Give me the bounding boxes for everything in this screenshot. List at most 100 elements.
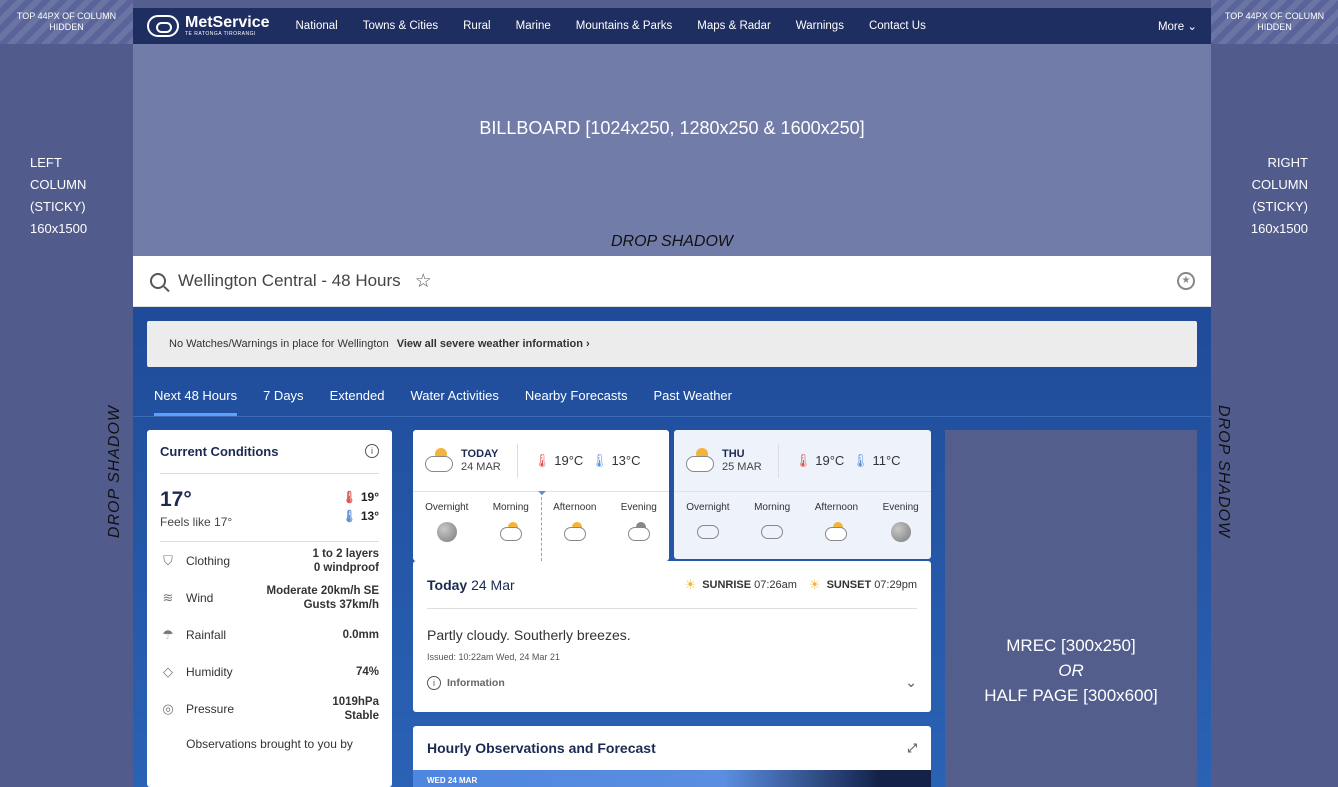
- tab-past-weather[interactable]: Past Weather: [653, 388, 732, 416]
- period-label: Evening: [620, 502, 657, 513]
- day-high: 19°C: [815, 452, 845, 468]
- logo-mark-icon: [147, 15, 179, 37]
- value-line: Stable: [344, 709, 379, 722]
- favourite-star-icon[interactable]: ☆: [415, 270, 432, 293]
- left-column-ad: TOP 44PX OF COLUMN HIDDEN LEFT COLUMN (S…: [0, 0, 133, 787]
- tab-water-activities[interactable]: Water Activities: [411, 388, 499, 416]
- location-title[interactable]: Wellington Central - 48 Hours: [178, 271, 401, 291]
- metservice-logo[interactable]: MetService TE RATONGA TIRORANGI: [147, 13, 270, 38]
- mrec-or: OR: [1058, 661, 1084, 680]
- condition-label: Clothing: [186, 553, 231, 568]
- partly-cloudy-icon: [825, 522, 848, 541]
- brand-name: MetService: [185, 13, 270, 31]
- tab-nearby-forecasts[interactable]: Nearby Forecasts: [525, 388, 628, 416]
- period-label: Afternoon: [553, 502, 597, 513]
- nav-marine[interactable]: Marine: [516, 20, 551, 32]
- forecast-description: Partly cloudy. Southerly breezes.: [427, 627, 631, 643]
- sunset-icon: ☀: [808, 576, 821, 592]
- cloud-icon: [696, 525, 719, 539]
- nav-national[interactable]: National: [296, 20, 338, 32]
- period-morning[interactable]: Morning: [754, 502, 790, 542]
- right-column-label: RIGHT COLUMN (STICKY) 160x1500: [1251, 152, 1308, 240]
- thermometer-low-icon: 🌡: [341, 509, 357, 523]
- condition-row: ≋ Wind Moderate 20km/h SE Gusts 37km/h: [160, 579, 379, 616]
- period-overnight[interactable]: Overnight: [686, 502, 730, 542]
- nav-contact-us[interactable]: Contact Us: [869, 20, 926, 32]
- day-card-thu[interactable]: THU 25 MAR 🌡 19°C 🌡 11°C Overnight Morning Afte…: [674, 430, 931, 559]
- tab-extended[interactable]: Extended: [330, 388, 385, 416]
- brand-subtitle: TE RATONGA TIRORANGI: [185, 30, 256, 37]
- umbrella-icon: ☂: [162, 626, 174, 642]
- period-evening[interactable]: Evening: [883, 502, 919, 542]
- forecast-main: No Watches/Warnings in place for Welling…: [133, 307, 1211, 787]
- period-morning[interactable]: Morning: [493, 502, 529, 542]
- feels-like: Feels like 17°: [160, 515, 233, 529]
- info-icon: i: [427, 675, 441, 690]
- drop-shadow-label-right: DROP SHADOW: [1215, 405, 1232, 539]
- warning-banner: No Watches/Warnings in place for Welling…: [147, 321, 1197, 367]
- nav-rural[interactable]: Rural: [463, 20, 490, 32]
- day-high: 19°C: [554, 452, 584, 468]
- condition-label: Pressure: [186, 701, 235, 716]
- condition-row: ◇ Humidity 74%: [160, 653, 379, 690]
- nav-towns-cities[interactable]: Towns & Cities: [363, 20, 438, 32]
- condition-label: Rainfall: [186, 627, 227, 642]
- chevron-down-icon[interactable]: ⌄: [905, 674, 917, 691]
- info-icon[interactable]: i: [365, 444, 379, 458]
- label-line: (STICKY): [30, 199, 86, 214]
- information-toggle[interactable]: i Information ⌄: [427, 674, 917, 691]
- value-line: 1019hPa: [332, 695, 379, 708]
- current-temperature: 17°: [160, 488, 192, 511]
- thermometer-high-icon: 🌡: [341, 490, 357, 504]
- location-search-bar[interactable]: Wellington Central - 48 Hours ☆ ★: [133, 256, 1211, 307]
- search-icon[interactable]: [150, 273, 166, 289]
- nav-more-button[interactable]: More ⌄: [1158, 19, 1197, 33]
- high-temp: 19°: [360, 490, 379, 504]
- value-line: 74%: [355, 665, 379, 678]
- today-title: Today 24 Mar: [427, 576, 515, 593]
- favourites-list-icon[interactable]: ★: [1177, 272, 1195, 290]
- shirt-icon: ⛉: [163, 552, 173, 568]
- today-detail-card: Today 24 Mar ☀ SUNRISE 07:26am ☀ SUNSET …: [413, 561, 931, 712]
- period-label: Overnight: [425, 502, 469, 513]
- condition-row: ☂ Rainfall 0.0mm: [160, 616, 379, 653]
- label-line: 160x1500: [1250, 221, 1308, 236]
- partly-cloudy-icon: [686, 447, 714, 472]
- half-page-label: HALF PAGE [300x600]: [984, 686, 1158, 705]
- expand-icon[interactable]: ⤢: [907, 741, 917, 756]
- partly-cloudy-icon: [425, 447, 453, 472]
- label-line: LEFT: [30, 155, 62, 170]
- day-name: THU: [722, 447, 745, 460]
- drop-shadow-label-top: DROP SHADOW: [610, 233, 734, 250]
- condition-value: Moderate 20km/h SE Gusts 37km/h: [267, 584, 379, 612]
- issued-time: Issued: 10:22am Wed, 24 Mar 21: [427, 652, 560, 662]
- period-evening[interactable]: Evening: [621, 502, 657, 542]
- condition-row: ◎ Pressure 1019hPa Stable: [160, 690, 379, 727]
- sunrise-time: 07:26am: [754, 578, 797, 591]
- nav-maps-radar[interactable]: Maps & Radar: [697, 20, 771, 32]
- drop-icon: ◇: [163, 663, 173, 679]
- current-conditions-title: Current Conditions: [160, 444, 279, 459]
- period-afternoon[interactable]: Afternoon: [553, 502, 596, 542]
- period-overnight[interactable]: Overnight: [425, 502, 468, 542]
- thermometer-high-icon: 🌡: [794, 452, 812, 468]
- hourly-forecast-card: Hourly Observations and Forecast ⤢ WED 2…: [413, 726, 931, 787]
- observations-credit: Observations brought to you by: [186, 737, 353, 751]
- label-line: COLUMN: [30, 177, 87, 192]
- nav-warnings[interactable]: Warnings: [796, 20, 844, 32]
- hourly-title: Hourly Observations and Forecast: [427, 740, 656, 756]
- cloudy-night-icon: [627, 522, 650, 541]
- wind-icon: ≋: [162, 589, 174, 605]
- tab-7-days[interactable]: 7 Days: [263, 388, 303, 416]
- day-card-today[interactable]: TODAY 24 MAR 🌡 19°C 🌡 13°C Overnight Morning Af…: [413, 430, 669, 561]
- nav-mountains-parks[interactable]: Mountains & Parks: [576, 20, 673, 32]
- left-column-label: LEFT COLUMN (STICKY) 160x1500: [30, 152, 87, 240]
- period-afternoon[interactable]: Afternoon: [815, 502, 858, 542]
- day-date: 24 MAR: [461, 460, 501, 473]
- sunset-label: SUNSET: [826, 578, 872, 591]
- right-column-ad: TOP 44PX OF COLUMN HIDDEN RIGHT COLUMN (…: [1211, 0, 1338, 787]
- gauge-icon: ◎: [162, 700, 174, 716]
- period-label: Afternoon: [814, 502, 859, 513]
- severe-weather-link[interactable]: View all severe weather information ›: [397, 338, 590, 350]
- tab-next-48-hours[interactable]: Next 48 Hours: [154, 388, 238, 416]
